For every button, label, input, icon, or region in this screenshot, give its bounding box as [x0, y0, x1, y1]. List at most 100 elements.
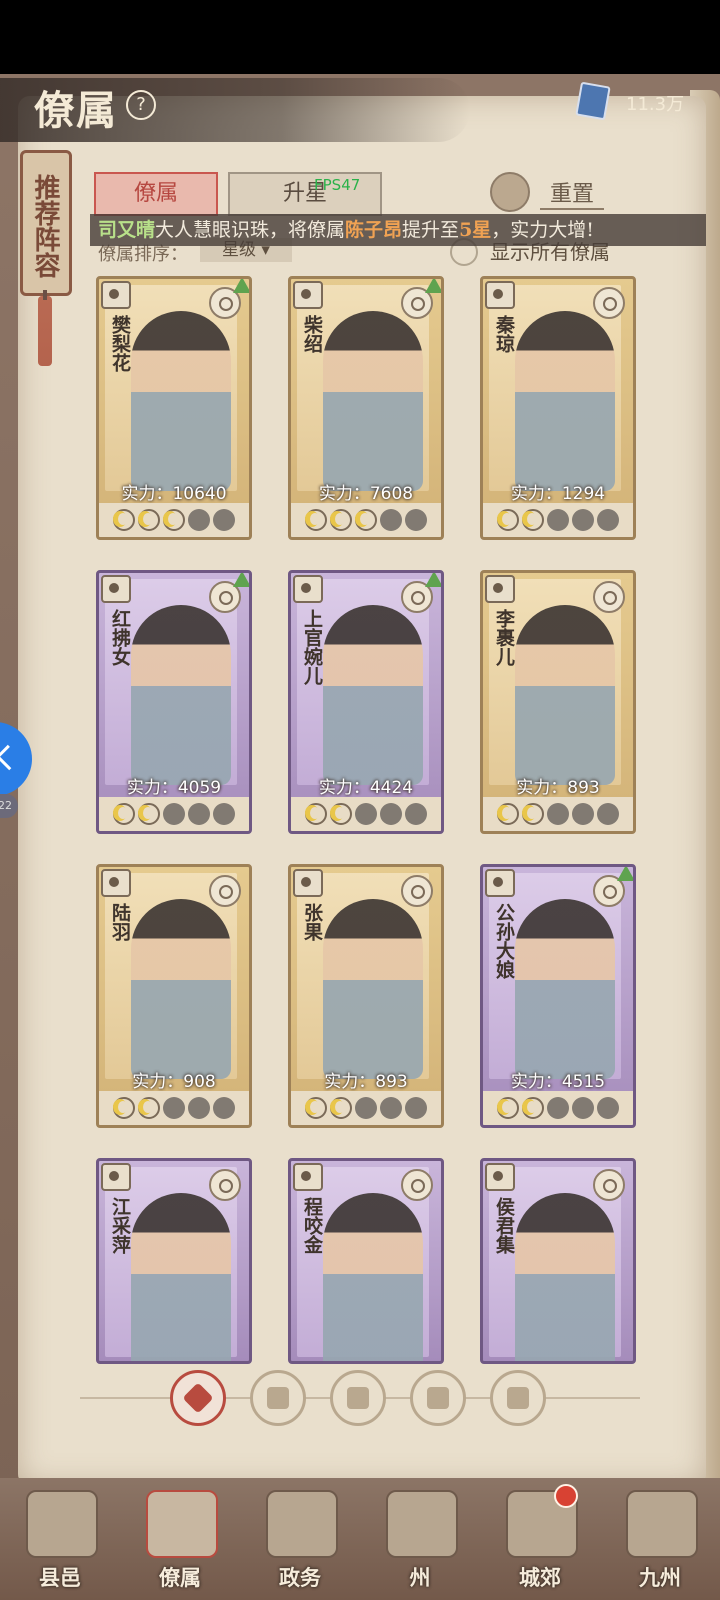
character-figure — [323, 1193, 423, 1361]
nav-building-icon — [146, 1490, 218, 1558]
empty-star-icon — [405, 509, 427, 531]
all-filter-icon[interactable] — [170, 1370, 226, 1426]
character-figure — [323, 311, 423, 491]
reset-label: 重置 — [540, 176, 605, 210]
nav-building-icon — [266, 1490, 338, 1558]
empty-star-icon — [163, 803, 185, 825]
nav-building-icon — [26, 1490, 98, 1558]
subordinate-card[interactable]: 秦琼 实力：1294 — [480, 276, 636, 540]
class-icon — [485, 281, 515, 309]
lion-filter-icon[interactable] — [490, 1370, 546, 1426]
empty-star-icon — [572, 803, 594, 825]
cat-filter-icon[interactable] — [330, 1370, 386, 1426]
fan-filter-icon[interactable] — [410, 1370, 466, 1426]
skill-icon — [593, 581, 625, 613]
subordinate-card[interactable]: 张果实力：893 — [288, 864, 444, 1128]
moon-star-icon — [305, 1097, 327, 1119]
class-icon — [485, 575, 515, 603]
page-title: 僚属 — [34, 87, 118, 134]
subordinate-card[interactable]: 江采萍 — [96, 1158, 252, 1364]
subordinate-card[interactable]: 公孙大娘实力：4515 — [480, 864, 636, 1128]
character-name: 侯君集 — [493, 1197, 515, 1254]
subordinate-card[interactable]: 李裹儿 实力：893 — [480, 570, 636, 834]
nav-item[interactable]: 县邑 — [0, 1482, 120, 1600]
subordinate-card[interactable]: 侯君集 — [480, 1158, 636, 1364]
empty-star-icon — [405, 1097, 427, 1119]
character-figure — [515, 605, 615, 785]
empty-star-icon — [213, 1097, 235, 1119]
game-screen: 僚属 ? 11.3万 推荐阵容 僚属 升星 FPS47 重置 僚属排序： 星级 … — [0, 0, 720, 1600]
recommended-lineup-banner[interactable]: 推荐阵容 — [20, 150, 72, 296]
star-bar — [291, 1091, 441, 1125]
class-icon — [485, 869, 515, 897]
empty-star-icon — [547, 1097, 569, 1119]
character-name: 公孙大娘 — [493, 903, 515, 979]
power-value: 实力：893 — [324, 1072, 408, 1092]
nav-item[interactable]: 九州 — [600, 1482, 720, 1600]
power-value: 实力：4515 — [510, 1072, 606, 1092]
moon-star-icon — [163, 509, 185, 531]
empty-star-icon — [547, 803, 569, 825]
subordinate-card[interactable]: 陆羽 实力：908 — [96, 864, 252, 1128]
moon-star-icon — [138, 1097, 160, 1119]
notice-name-1: 司又晴 — [98, 219, 156, 241]
empty-star-icon — [355, 803, 377, 825]
bell-filter-icon[interactable] — [250, 1370, 306, 1426]
nav-label: 州 — [409, 1565, 431, 1590]
skill-icon — [593, 1169, 625, 1201]
character-name: 张果 — [301, 903, 323, 941]
moon-star-icon — [138, 509, 160, 531]
nav-item[interactable]: 城郊 — [480, 1482, 600, 1600]
character-name: 程咬金 — [301, 1197, 323, 1254]
power-value: 实力：10640 — [121, 484, 227, 504]
empty-star-icon — [355, 1097, 377, 1119]
class-icon — [293, 281, 323, 309]
character-figure — [323, 899, 423, 1079]
power-value: 实力：1294 — [510, 484, 606, 504]
moon-star-icon — [522, 509, 544, 531]
empty-star-icon — [572, 1097, 594, 1119]
character-name: 樊梨花 — [109, 315, 131, 372]
help-icon[interactable]: ? — [126, 90, 156, 120]
notice-banner: 司又晴大人慧眼识珠，将僚属陈子昂提升至5星，实力大增! — [90, 214, 706, 246]
tab-subordinates[interactable]: 僚属 — [94, 172, 218, 216]
subordinate-card[interactable]: 红拂女 实力：4059 — [96, 570, 252, 834]
class-icon — [101, 281, 131, 309]
empty-star-icon — [405, 803, 427, 825]
subordinate-card[interactable]: 柴绍 实力：7608 — [288, 276, 444, 540]
moon-star-icon — [330, 1097, 352, 1119]
empty-star-icon — [547, 509, 569, 531]
star-bar — [483, 797, 633, 831]
nav-item[interactable]: 僚属 — [120, 1482, 240, 1600]
moon-star-icon — [330, 803, 352, 825]
notice-text-2: 提升至 — [402, 219, 460, 241]
moon-star-icon — [497, 1097, 519, 1119]
star-bar — [483, 503, 633, 537]
character-name: 江采萍 — [109, 1197, 131, 1254]
upgrade-arrow-icon — [233, 573, 249, 587]
upgrade-arrow-icon — [617, 867, 633, 881]
reset-button[interactable]: 重置 — [490, 172, 630, 212]
character-name: 陆羽 — [109, 903, 131, 941]
empty-star-icon — [213, 509, 235, 531]
class-icon — [101, 575, 131, 603]
subordinate-card[interactable]: 程咬金 — [288, 1158, 444, 1364]
character-name: 柴绍 — [301, 315, 323, 353]
fps-overlay: FPS47 — [314, 176, 361, 194]
skill-icon — [593, 287, 625, 319]
class-icon — [293, 1163, 323, 1191]
booklet-currency-icon — [575, 81, 611, 121]
nav-label: 城郊 — [519, 1565, 561, 1590]
upgrade-arrow-icon — [425, 573, 441, 587]
nav-item[interactable]: 政务 — [240, 1482, 360, 1600]
subordinate-card[interactable]: 上官婉儿 实力：4424 — [288, 570, 444, 834]
character-name: 李裹儿 — [493, 609, 515, 666]
skill-icon — [209, 875, 241, 907]
empty-star-icon — [163, 1097, 185, 1119]
subordinate-card[interactable]: 樊梨花实力：10640 — [96, 276, 252, 540]
moon-star-icon — [497, 509, 519, 531]
class-icon — [293, 575, 323, 603]
nav-item[interactable]: 州 — [360, 1482, 480, 1600]
empty-star-icon — [380, 1097, 402, 1119]
star-bar — [291, 797, 441, 831]
